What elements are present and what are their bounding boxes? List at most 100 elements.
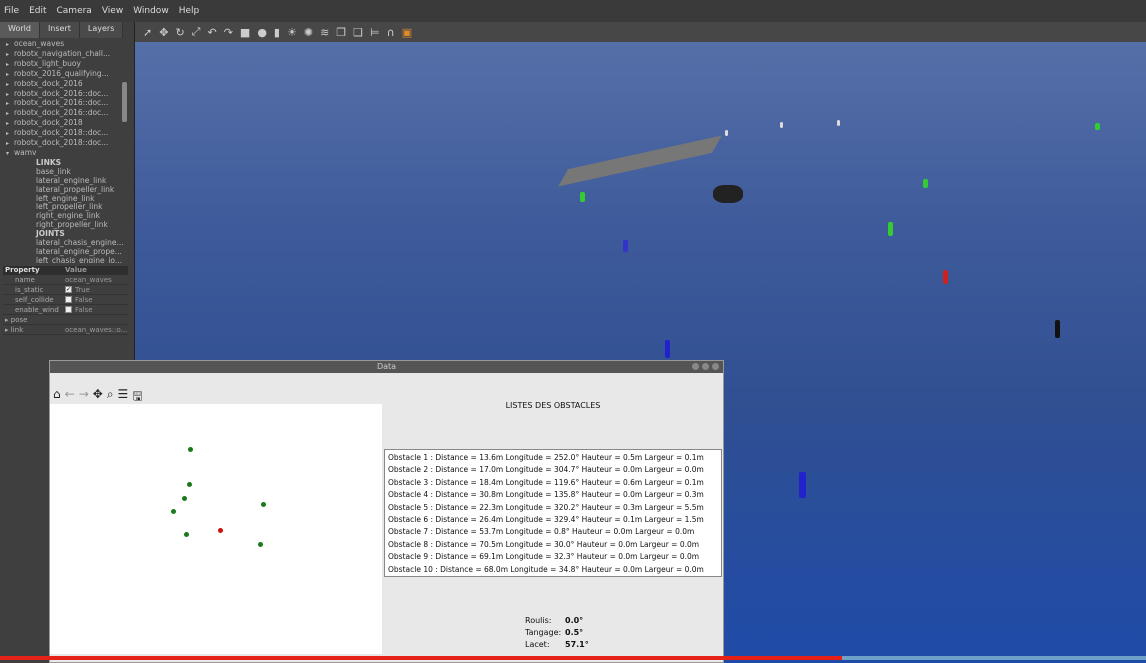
data-window-titlebar[interactable]: Data [50, 361, 723, 373]
obstacle-list-item[interactable]: Obstacle 1 : Distance = 13.6m Longitude … [388, 452, 718, 464]
close-icon[interactable] [712, 363, 719, 370]
tree-item[interactable]: lateral_engine_prope... [6, 248, 134, 257]
expand-closed-icon[interactable]: ▸ [6, 41, 14, 50]
expand-closed-icon[interactable]: ▸ [6, 71, 14, 80]
obstacle-list-item[interactable]: Obstacle 2 : Distance = 17.0m Longitude … [388, 464, 718, 476]
tree-item[interactable]: ▸ robotx_dock_2018 [6, 119, 134, 129]
expand-closed-icon[interactable]: ▸ [6, 81, 14, 90]
menu-view[interactable]: View [102, 6, 123, 16]
tree-item-label: robotx_dock_2016::doc... [14, 109, 109, 118]
tree-item[interactable]: left_engine_link [6, 195, 134, 204]
property-value[interactable]: ocean_waves [65, 276, 128, 284]
expand-closed-icon[interactable]: ▸ [6, 120, 14, 129]
expand-closed-icon[interactable]: ▸ [6, 110, 14, 119]
menu-file[interactable]: File [4, 6, 19, 16]
tree-item[interactable]: lateral_chasis_engine... [6, 239, 134, 248]
menu-edit[interactable]: Edit [29, 6, 46, 16]
directional-light-icon[interactable]: ≋ [320, 26, 329, 39]
checkbox[interactable] [65, 296, 72, 303]
undo-icon[interactable]: ↶ [207, 26, 216, 39]
tab-world[interactable]: World [0, 22, 40, 38]
tree-scrollbar[interactable] [122, 82, 127, 122]
property-row[interactable]: enable_wind False [3, 305, 128, 315]
property-key-label: link [10, 325, 24, 334]
obstacle-list[interactable]: Obstacle 1 : Distance = 13.6m Longitude … [384, 449, 722, 577]
tab-layers[interactable]: Layers [79, 22, 124, 38]
tree-item[interactable]: ▸ robotx_dock_2016::doc... [6, 99, 134, 109]
tree-item[interactable]: ▸ robotx_light_buoy [6, 60, 134, 70]
expand-closed-icon[interactable]: ▸ [6, 140, 14, 149]
menu-camera[interactable]: Camera [57, 6, 92, 16]
checkbox[interactable]: ✓ [65, 286, 72, 293]
obstacle-list-item[interactable]: Obstacle 4 : Distance = 30.8m Longitude … [388, 489, 718, 501]
tree-item-label: left_engine_link [36, 194, 95, 203]
tree-item[interactable]: right_propeller_link [6, 221, 134, 230]
video-progress-bar[interactable] [0, 656, 1146, 660]
expand-open-icon[interactable]: ▾ [6, 150, 14, 159]
expand-closed-icon[interactable]: ▸ [6, 91, 14, 100]
paste-icon[interactable]: ❏ [353, 26, 363, 39]
tree-item[interactable]: lateral_propeller_link [6, 186, 134, 195]
obstacle-list-item[interactable]: Obstacle 8 : Distance = 70.5m Longitude … [388, 539, 718, 551]
tree-item[interactable]: ▸ robotx_dock_2018::doc... [6, 129, 134, 139]
property-row[interactable]: name ocean_waves [3, 275, 128, 285]
minimize-icon[interactable] [692, 363, 699, 370]
menu-window[interactable]: Window [133, 6, 169, 16]
select-tool-icon[interactable]: ➚ [143, 26, 152, 39]
tree-item[interactable]: ▸ robotx_dock_2016::doc... [6, 90, 134, 100]
tab-insert[interactable]: Insert [39, 22, 80, 38]
sphere-shape-icon[interactable]: ● [257, 26, 267, 39]
checkbox[interactable] [65, 306, 72, 313]
expand-closed-icon[interactable]: ▸ [6, 51, 14, 60]
scale-tool-icon[interactable]: ⤢ [192, 25, 201, 39]
tree-section-header[interactable]: JOINTS [6, 230, 134, 239]
property-value[interactable]: ✓ True [65, 286, 128, 294]
tree-item[interactable]: ▸ robotx_dock_2016::doc... [6, 109, 134, 119]
tree-item[interactable]: left_propeller_link [6, 203, 134, 212]
property-value[interactable]: False [65, 296, 128, 304]
tree-item[interactable]: base_link [6, 168, 134, 177]
tangage-label: Tangage: [525, 628, 562, 637]
spot-light-icon[interactable]: ✺ [304, 26, 313, 39]
menu-help[interactable]: Help [179, 6, 200, 16]
obstacle-list-item[interactable]: Obstacle 9 : Distance = 69.1m Longitude … [388, 551, 718, 563]
property-value[interactable]: False [65, 306, 128, 314]
box-shape-icon[interactable]: ■ [240, 26, 250, 39]
tree-item[interactable]: lateral_engine_link [6, 177, 134, 186]
property-row[interactable]: ▸ link ocean_waves::o... [3, 325, 128, 335]
world-tree[interactable]: ▸ ocean_waves ▸ robotx_navigation_chall... ▸… [0, 38, 134, 263]
obstacle-list-item[interactable]: Obstacle 3 : Distance = 18.4m Longitude … [388, 477, 718, 489]
point-light-icon[interactable]: ☀ [287, 26, 297, 39]
obstacle-list-item[interactable]: Obstacle 7 : Distance = 53.7m Longitude … [388, 526, 718, 538]
tree-item[interactable]: right_engine_link [6, 212, 134, 221]
tree-item[interactable]: left_chasis_engine_jo... [6, 257, 134, 263]
snap-icon[interactable]: ∩ [387, 26, 395, 39]
cylinder-shape-icon[interactable]: ▮ [274, 26, 280, 39]
rotate-tool-icon[interactable]: ↻ [175, 26, 184, 39]
tree-item[interactable]: ▸ ocean_waves [6, 40, 134, 50]
tree-item[interactable]: ▸ robotx_2016_qualifying... [6, 70, 134, 80]
obstacle-plot[interactable] [50, 404, 382, 654]
tree-item[interactable]: ▸ robotx_navigation_chall... [6, 50, 134, 60]
expand-closed-icon[interactable]: ▸ [6, 100, 14, 109]
property-row[interactable]: ▸ pose [3, 315, 128, 325]
expand-closed-icon[interactable]: ▸ [6, 61, 14, 70]
tree-section-header[interactable]: LINKS [6, 159, 134, 168]
screenshot-icon[interactable]: ▣ [402, 26, 412, 39]
redo-icon[interactable]: ↷ [224, 26, 233, 39]
tree-item[interactable]: ▸ robotx_dock_2016 [6, 80, 134, 90]
tree-item-label: robotx_light_buoy [14, 59, 81, 68]
maximize-icon[interactable] [702, 363, 709, 370]
expand-closed-icon[interactable]: ▸ [6, 130, 14, 139]
obstacle-list-item[interactable]: Obstacle 6 : Distance = 26.4m Longitude … [388, 514, 718, 526]
obstacle-list-item[interactable]: Obstacle 5 : Distance = 22.3m Longitude … [388, 502, 718, 514]
translate-tool-icon[interactable]: ✥ [159, 26, 168, 39]
property-row[interactable]: is_static ✓ True [3, 285, 128, 295]
obstacle-list-item[interactable]: Obstacle 10 : Distance = 68.0m Longitude… [388, 564, 718, 576]
tree-item[interactable]: ▾ wamv [6, 149, 134, 159]
tree-item[interactable]: ▸ robotx_dock_2018::doc... [6, 139, 134, 149]
property-row[interactable]: self_collide False [3, 295, 128, 305]
align-icon[interactable]: ⊨ [370, 26, 380, 39]
copy-icon[interactable]: ❐ [336, 26, 346, 39]
property-value[interactable]: ocean_waves::o... [65, 326, 128, 334]
